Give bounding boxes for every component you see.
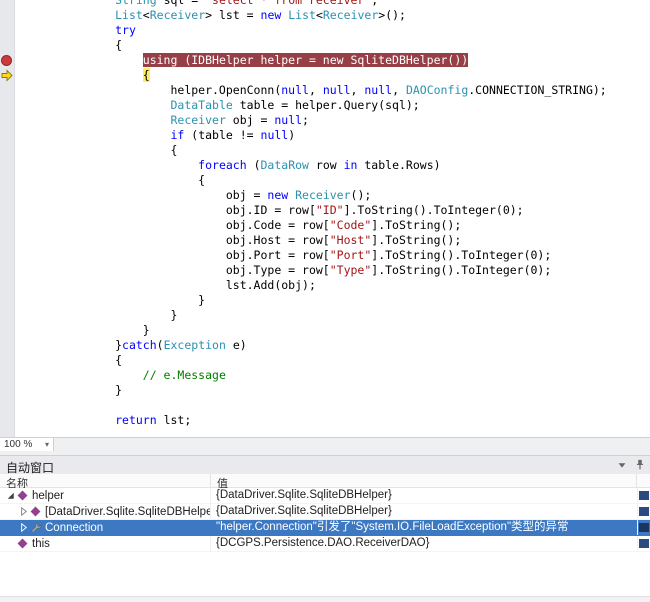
column-header-value[interactable]: 值 xyxy=(211,474,637,488)
variable-name: helper xyxy=(32,489,64,502)
zoom-level: 100 % xyxy=(4,439,33,450)
code-line: List<Receiver> lst = new List<Receiver>(… xyxy=(115,8,406,22)
code-line: using (IDBHelper helper = new SqliteDBHe… xyxy=(142,53,469,67)
property-wrench-icon xyxy=(31,522,42,533)
type-column-stub xyxy=(637,504,650,519)
variable-value: {DataDriver.Sqlite.SqliteDBHelper} xyxy=(216,505,392,517)
code-line: { xyxy=(32,173,206,187)
field-icon xyxy=(17,490,29,502)
expander-collapsed-icon[interactable] xyxy=(17,521,30,534)
code-line: obj = new Receiver(); xyxy=(32,188,372,202)
zoom-dropdown[interactable]: ▾ 100 % xyxy=(0,438,54,451)
autos-rows: helper {DataDriver.Sqlite.SqliteDBHelper}… xyxy=(0,488,650,552)
code-line: lst.Add(obj); xyxy=(32,278,316,292)
code-line: try xyxy=(115,23,136,37)
variable-value: "helper.Connection"引发了"System.IO.FileLoa… xyxy=(216,521,569,533)
variable-name: this xyxy=(32,537,50,550)
autos-grid-header: 名称 值 xyxy=(0,474,650,488)
code-line: { xyxy=(32,143,178,157)
chevron-down-icon: ▾ xyxy=(44,440,49,449)
code-line: if (table != null) xyxy=(170,128,296,142)
column-header-name[interactable]: 名称 xyxy=(0,474,211,488)
breakpoint-icon[interactable] xyxy=(1,55,12,66)
code-line: String sql = "select * from receiver"; xyxy=(115,0,379,7)
type-column-stub xyxy=(637,520,650,535)
code-line: } xyxy=(32,383,123,397)
visual-studio-debug-view: String sql = "select * from receiver"; L… xyxy=(0,0,650,602)
code-line: foreach (DataRow row in table.Rows) xyxy=(198,158,441,172)
autos-row[interactable]: this {DCGPS.Persistence.DAO.ReceiverDAO} xyxy=(0,536,650,552)
code-line: }catch(Exception e) xyxy=(32,338,247,352)
variable-name: Connection xyxy=(45,521,104,534)
code-line: // e.Message xyxy=(142,368,226,382)
code-line: obj.Host = row["Host"].ToString(); xyxy=(32,233,462,247)
code-line: } xyxy=(32,293,206,307)
autos-row[interactable]: [DataDriver.Sqlite.SqliteDBHelper] {DataD… xyxy=(0,504,650,520)
variable-name: [DataDriver.Sqlite.SqliteDBHelper] xyxy=(45,505,211,518)
autos-title: 自动窗口 xyxy=(6,461,55,475)
autos-window: 自动窗口 名称 值 helper {DataDriver.Sqlite.Sqlit… xyxy=(0,455,650,602)
type-column-stub xyxy=(637,488,650,503)
code-line: obj.Type = row["Type"].ToString().ToInte… xyxy=(32,263,552,277)
variable-value: {DataDriver.Sqlite.SqliteDBHelper} xyxy=(216,489,392,501)
code-line: obj.ID = row["ID"].ToString().ToInteger(… xyxy=(32,203,524,217)
code-line: helper.OpenConn(null, null, null, DAOCon… xyxy=(32,83,607,97)
type-column-stub xyxy=(637,536,650,551)
autos-row[interactable]: helper {DataDriver.Sqlite.SqliteDBHelper} xyxy=(0,488,650,504)
code-area[interactable]: String sql = "select * from receiver"; L… xyxy=(14,0,650,428)
code-line: } xyxy=(32,323,150,337)
code-line: } xyxy=(32,308,178,322)
code-line: obj.Port = row["Port"].ToString().ToInte… xyxy=(32,248,552,262)
autos-row[interactable]: Connection "helper.Connection"引发了"System.… xyxy=(0,520,650,536)
autos-title-bar[interactable]: 自动窗口 xyxy=(0,455,650,475)
field-icon xyxy=(30,506,42,518)
window-position-chevron-down-icon[interactable] xyxy=(616,459,628,471)
horizontal-scrollbar[interactable] xyxy=(54,438,650,451)
expander-collapsed-icon[interactable] xyxy=(17,505,30,518)
field-icon xyxy=(17,538,29,550)
code-line: { xyxy=(32,353,123,367)
code-line: obj.Code = row["Code"].ToString(); xyxy=(32,218,462,232)
code-line: return lst; xyxy=(115,413,192,427)
pin-icon[interactable] xyxy=(634,459,646,471)
editor-indicator-margin[interactable] xyxy=(0,0,15,437)
code-line: Receiver obj = null; xyxy=(170,113,309,127)
expander-expanded-icon[interactable] xyxy=(4,489,17,502)
code-line: { xyxy=(142,68,150,82)
autos-horizontal-scrollbar[interactable] xyxy=(0,596,650,602)
code-line: DataTable table = helper.Query(sql); xyxy=(170,98,420,112)
code-line: { xyxy=(32,38,123,52)
code-editor[interactable]: String sql = "select * from receiver"; L… xyxy=(0,0,650,437)
variable-value: {DCGPS.Persistence.DAO.ReceiverDAO} xyxy=(216,537,430,549)
editor-bottom-bar: ▾ 100 % xyxy=(0,437,650,451)
current-statement-arrow-icon xyxy=(1,69,13,82)
